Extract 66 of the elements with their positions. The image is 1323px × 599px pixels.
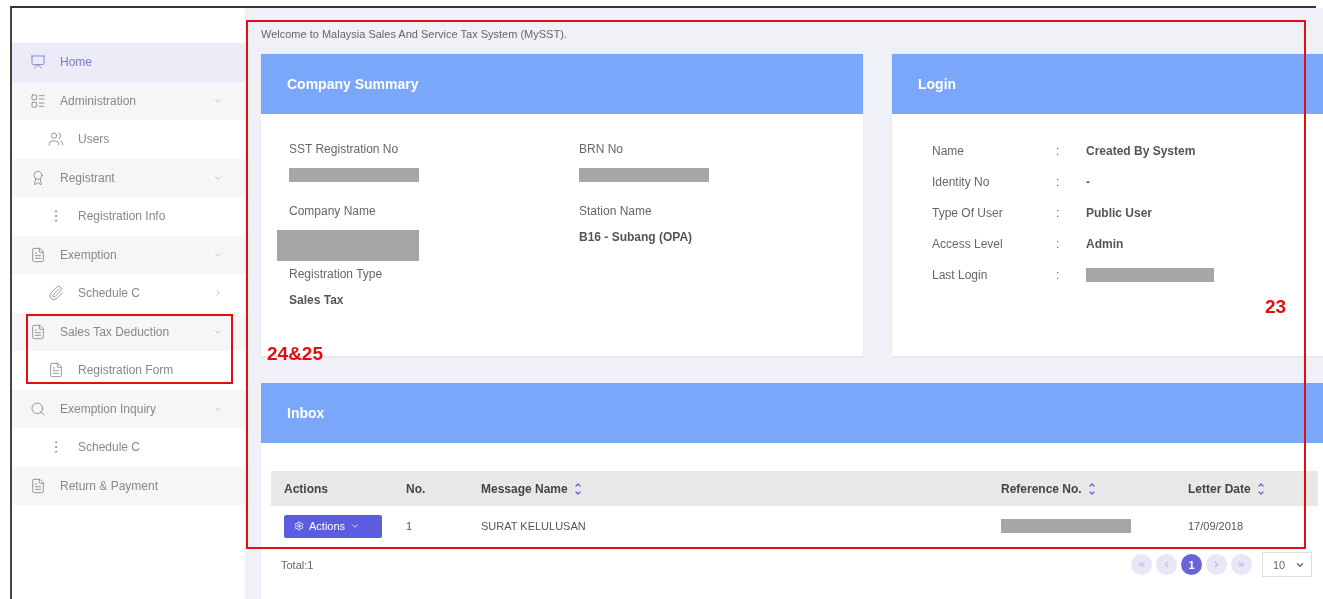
welcome-text: Welcome to Malaysia Sales And Service Tax System (MySST). (261, 28, 568, 42)
presentation-icon (30, 54, 46, 71)
colon: : (1056, 174, 1061, 189)
actions-button[interactable]: Actions (284, 514, 382, 538)
sidebar-item[interactable]: Home (12, 43, 245, 82)
field-label: Registration Type (289, 267, 384, 281)
double-chevron-right-icon (1237, 560, 1246, 569)
field-label: Type Of User (932, 205, 1004, 220)
document-icon (30, 323, 46, 340)
award-icon (30, 169, 46, 186)
card-header: Login (892, 54, 1323, 114)
field-value: Public User (1086, 205, 1154, 220)
card-header: Company Summary (261, 54, 863, 114)
paperclip-icon (48, 285, 64, 302)
field-value: Sales Tax (289, 293, 345, 307)
field-label: Access Level (932, 236, 1004, 251)
sidebar-item[interactable]: Exemption Inquiry (12, 389, 245, 428)
colon: : (1056, 236, 1061, 251)
column-header[interactable]: Message Name (481, 480, 1001, 497)
users-icon (48, 131, 64, 148)
document-icon (48, 362, 64, 379)
field-label: Company Name (289, 204, 377, 218)
chevron-right-icon (1212, 560, 1221, 569)
sidebar-item[interactable]: Registrant (12, 158, 245, 197)
colon: : (1056, 205, 1061, 220)
field-label: Identity No (932, 174, 991, 189)
colon: : (1056, 143, 1061, 158)
field-value: B16 - Subang (OPA) (579, 230, 694, 244)
chevron-left-icon (1162, 560, 1171, 569)
field-label: BRN No (579, 142, 624, 156)
field-value: - (1086, 174, 1091, 189)
document-icon (30, 246, 46, 263)
annotation-label: 24&25 (267, 343, 323, 365)
table-cell-text: 1 (406, 520, 414, 532)
field-label: SST Registration No (289, 142, 400, 156)
field-value: Admin (1086, 236, 1125, 251)
table-cell-text: SURAT KELULUSAN (481, 520, 587, 532)
sidebar-item[interactable]: Exemption (12, 235, 245, 274)
card-header: Inbox (261, 383, 1323, 443)
colon: : (1056, 267, 1061, 282)
double-chevron-left-icon (1137, 560, 1146, 569)
chevron-right-icon (213, 288, 223, 299)
settings-icon (294, 521, 304, 531)
table-cell-text: 17/09/2018 (1188, 520, 1245, 532)
caret-icon (350, 521, 361, 531)
field-value: Created By System (1086, 143, 1197, 158)
search-icon (30, 400, 46, 417)
column-header: Actions (284, 481, 329, 496)
field-label: Name (932, 143, 965, 158)
last-page-button[interactable] (1231, 554, 1252, 575)
total-count: Total:1 (281, 558, 314, 571)
annotation-label: 23 (1265, 296, 1287, 318)
page-button[interactable]: 1 (1181, 554, 1202, 575)
sidebar-item[interactable]: Return & Payment (12, 466, 245, 505)
column-header: No. (406, 481, 427, 496)
column-header[interactable]: Letter Date (1188, 480, 1318, 497)
next-page-button[interactable] (1206, 554, 1227, 575)
previous-page-button[interactable] (1156, 554, 1177, 575)
page-size-select[interactable]: 10 (1262, 552, 1312, 577)
sidebar-item[interactable]: Administration (12, 81, 245, 120)
field-label: Station Name (579, 204, 653, 218)
list-icon (30, 92, 46, 109)
first-page-button[interactable] (1131, 554, 1152, 575)
document-icon (30, 477, 46, 494)
field-label: Last Login (932, 267, 989, 282)
column-header[interactable]: Reference No. (1001, 480, 1188, 497)
